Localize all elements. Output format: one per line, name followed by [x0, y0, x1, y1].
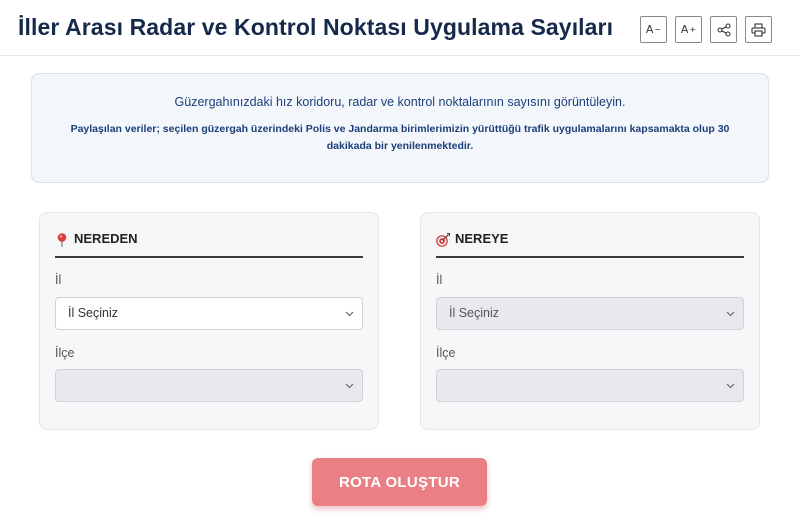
to-district-select[interactable] — [436, 369, 744, 402]
from-province-label: İl — [55, 273, 62, 287]
chevron-down-icon — [345, 311, 354, 317]
from-province-select[interactable]: İl Seçiniz — [55, 297, 363, 330]
info-note: Paylaşılan veriler; seçilen güzergah üze… — [70, 123, 730, 152]
font-increase-button[interactable]: A + — [675, 16, 702, 43]
print-icon — [751, 22, 766, 37]
to-district-label: İlçe — [436, 346, 456, 360]
share-icon — [716, 22, 731, 37]
from-card: NEREDEN İl İl Seçiniz İlçe — [39, 212, 379, 430]
page-title: İller Arası Radar ve Kontrol Noktası Uyg… — [18, 14, 614, 40]
share-button[interactable] — [710, 16, 737, 43]
create-route-button[interactable]: ROTA OLUŞTUR — [312, 458, 487, 506]
font-decrease-label: A — [645, 23, 654, 36]
chevron-down-icon — [726, 311, 735, 317]
plus-icon: + — [689, 25, 697, 34]
to-province-label: İl — [436, 273, 443, 287]
to-province-value: İl Seçiniz — [449, 306, 500, 320]
font-increase-label: A — [680, 23, 689, 36]
to-card-title: NEREYE — [455, 231, 509, 246]
info-box: Güzergahınızdaki hız koridoru, radar ve … — [31, 73, 769, 183]
chevron-down-icon — [726, 383, 735, 389]
from-district-select[interactable] — [55, 369, 363, 402]
to-card-header: NEREYE — [436, 231, 744, 258]
target-icon — [436, 232, 450, 247]
print-button[interactable] — [745, 16, 772, 43]
to-card: NEREYE İl İl Seçiniz İlçe — [420, 212, 760, 430]
info-description: Güzergahınızdaki hız koridoru, radar ve … — [174, 95, 626, 109]
to-province-select[interactable]: İl Seçiniz — [436, 297, 744, 330]
chevron-down-icon — [345, 383, 354, 389]
map-pin-icon — [57, 233, 67, 247]
from-province-value: İl Seçiniz — [68, 306, 119, 320]
from-district-label: İlçe — [55, 346, 75, 360]
page-tools: A − A + — [640, 16, 772, 43]
from-card-title: NEREDEN — [74, 231, 138, 246]
from-card-header: NEREDEN — [55, 231, 363, 258]
minus-icon: − — [654, 25, 662, 34]
font-decrease-button[interactable]: A − — [640, 16, 667, 43]
page-header: İller Arası Radar ve Kontrol Noktası Uyg… — [0, 0, 800, 56]
